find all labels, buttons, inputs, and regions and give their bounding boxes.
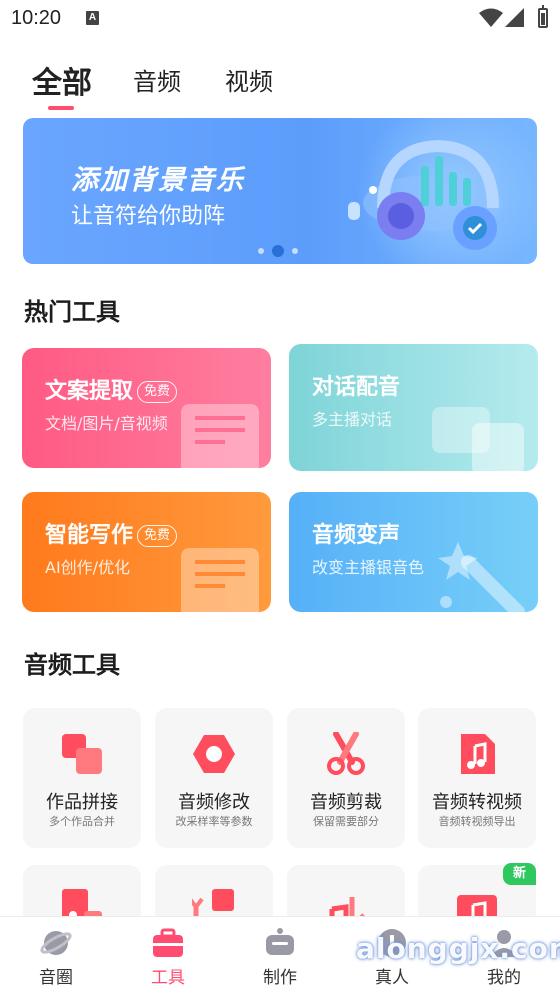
tool-name: 作品拼接: [46, 792, 118, 813]
tab-video[interactable]: 视频: [225, 62, 273, 97]
battery-icon: [538, 5, 548, 28]
chat-bubbles-icon: [432, 407, 524, 471]
wifi-icon: [479, 8, 503, 27]
card-title: 文案提取 免费: [45, 373, 178, 405]
card-desc: 文档/图片/音视频: [45, 414, 168, 433]
free-badge: 免费: [137, 525, 178, 547]
tool-work-merge[interactable]: 作品拼接 多个作品合并: [23, 708, 141, 848]
tool-card-voice-change[interactable]: 音频变声 改变主播银音色: [289, 492, 538, 612]
music-file-icon: [461, 734, 495, 774]
new-badge: 新: [503, 863, 536, 885]
card-title: 对话配音: [312, 375, 401, 400]
pager-dot-active[interactable]: [272, 245, 284, 257]
pager-dot[interactable]: [292, 248, 298, 254]
nav-label: 真人: [375, 968, 409, 988]
headphones-icon: [348, 139, 503, 250]
planet-icon: [40, 931, 72, 955]
tab-all[interactable]: 全部: [32, 58, 92, 102]
scissors-icon: [327, 732, 365, 775]
status-time: 10:20: [11, 7, 62, 29]
banner-title: 添加背景音乐: [71, 165, 245, 196]
card-desc: AI创作/优化: [45, 558, 131, 577]
nav-item-create[interactable]: 制作: [224, 917, 336, 995]
card-title: 音频变声: [312, 523, 401, 548]
card-desc: 多主播对话: [312, 410, 393, 429]
banner-subtitle: 让音符给你助阵: [71, 204, 226, 229]
tab-underline: [48, 106, 74, 110]
watermark: alonggjx.com: [356, 932, 560, 965]
signal-icon: [505, 8, 524, 27]
tool-audio-trim[interactable]: 音频剪裁 保留需要部分: [287, 708, 405, 848]
tool-audio-to-video[interactable]: 音频转视频 音频转视频导出: [418, 708, 536, 848]
tool-desc: 保留需要部分: [313, 815, 379, 828]
tool-name: 音频剪裁: [310, 792, 382, 813]
document-icon: [181, 404, 259, 468]
document-icon: [181, 548, 259, 612]
status-bar: 10:20 A: [0, 0, 560, 38]
notification-a-icon: A: [86, 11, 99, 25]
tool-desc: 改采样率等参数: [175, 815, 253, 828]
tool-name: 音频转视频: [432, 792, 522, 813]
card-desc: 改变主播银音色: [312, 558, 425, 577]
robot-icon: [266, 928, 294, 955]
merge-squares-icon: [62, 734, 102, 774]
nav-label: 制作: [263, 968, 297, 988]
nav-label: 我的: [487, 968, 521, 988]
nav-item-yinquan[interactable]: 音圈: [0, 917, 112, 995]
card-title: 智能写作 免费: [45, 517, 178, 549]
toolbox-icon: [153, 928, 183, 957]
nav-label: 音圈: [39, 968, 73, 988]
nav-item-tools[interactable]: 工具: [112, 917, 224, 995]
tool-audio-modify[interactable]: 音频修改 改采样率等参数: [155, 708, 273, 848]
tab-audio[interactable]: 音频: [133, 62, 181, 97]
tool-name: 音频修改: [178, 792, 250, 813]
hot-tools-title: 热门工具: [24, 298, 120, 326]
promo-banner[interactable]: 添加背景音乐 让音符给你助阵: [23, 118, 537, 264]
tool-card-dialogue-dub[interactable]: 对话配音 多主播对话: [289, 344, 538, 471]
tool-card-text-extract[interactable]: 文案提取 免费 文档/图片/音视频: [22, 348, 271, 468]
nav-label: 工具: [151, 968, 185, 988]
free-badge: 免费: [137, 381, 178, 403]
tool-desc: 音频转视频导出: [438, 815, 516, 828]
hexagon-settings-icon: [193, 735, 235, 773]
pager-dot[interactable]: [258, 248, 264, 254]
tool-card-smart-writing[interactable]: 智能写作 免费 AI创作/优化: [22, 492, 271, 612]
tool-desc: 多个作品合并: [49, 815, 115, 828]
audio-tools-title: 音频工具: [24, 651, 120, 679]
magic-wand-icon: [438, 542, 525, 612]
